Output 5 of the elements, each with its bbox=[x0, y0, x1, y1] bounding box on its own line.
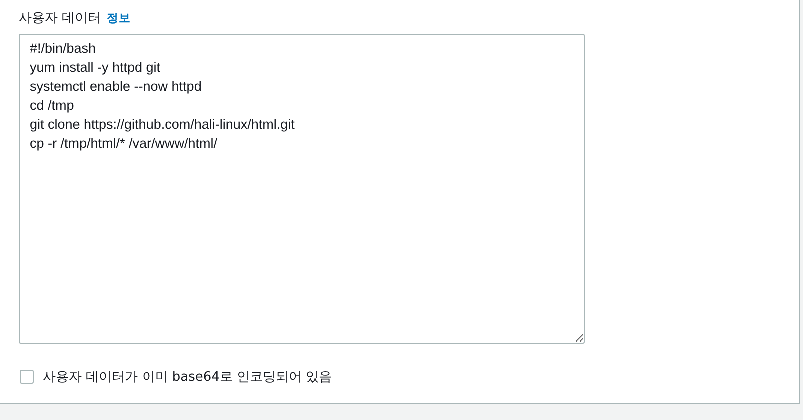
user-data-field[interactable]: #!/bin/bash yum install -y httpd git systemctl enable --now httpd cd /tmp git clone https://github.com/hali-linux/html.git cp -r /tmp/html/* /var/www/html/ bbox=[19, 34, 585, 344]
checkbox-label: 사용자 데이터가 이미 base64로 인코딩되어 있음 bbox=[43, 369, 332, 386]
field-label: 사용자 데이터 bbox=[19, 10, 102, 27]
info-link[interactable]: 정보 bbox=[107, 11, 132, 26]
checkbox[interactable] bbox=[20, 370, 34, 384]
